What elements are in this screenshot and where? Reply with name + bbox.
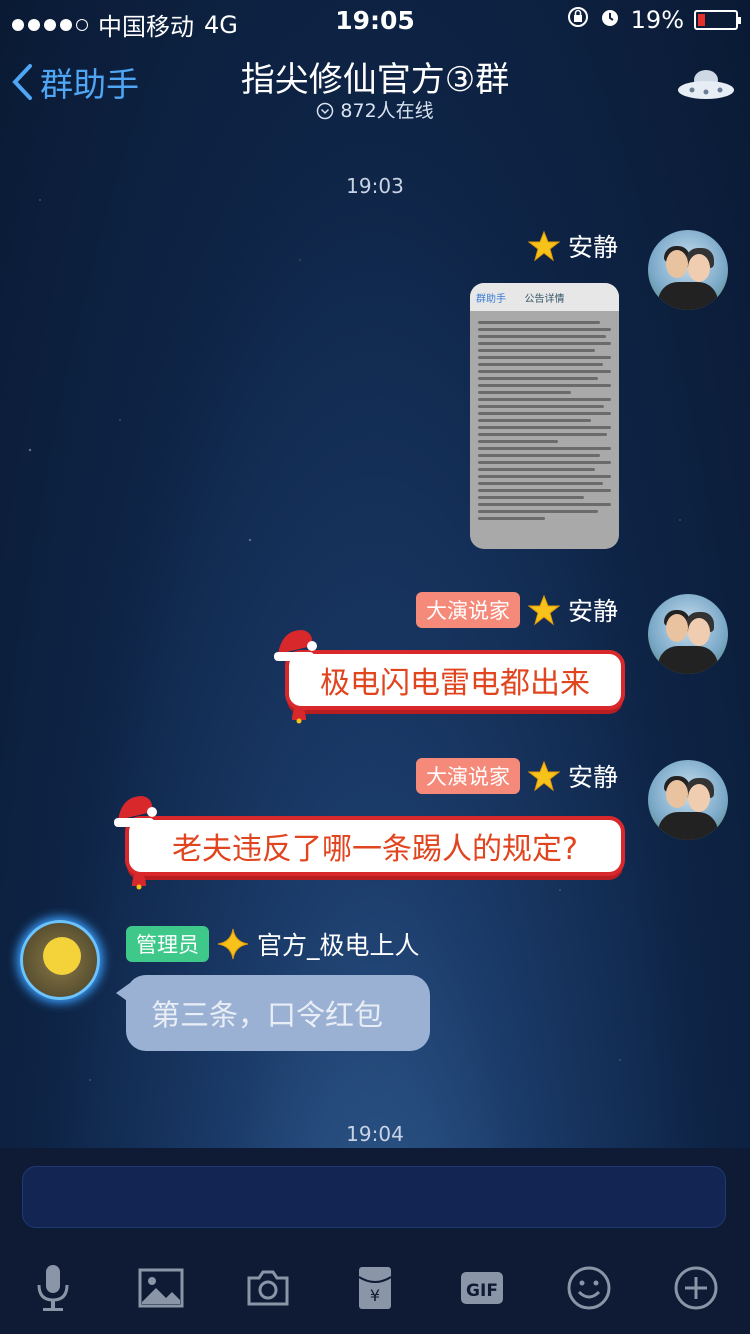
online-count: 872人在线 [0, 96, 750, 123]
microphone-icon[interactable] [23, 1258, 83, 1318]
chevron-circle-icon [316, 100, 340, 122]
battery-percent: 19% [630, 6, 684, 34]
ufo-icon[interactable] [676, 68, 736, 106]
time-separator: 19:03 [346, 174, 404, 198]
title-badge: 大演说家 [415, 592, 520, 628]
bell-icon [292, 706, 306, 724]
sender-name: 安静 [567, 597, 618, 626]
input-toolbar: ¥ GIF [0, 1258, 750, 1318]
gif-icon[interactable]: GIF [452, 1258, 512, 1318]
sender-name: 官方_极电上人 [257, 931, 420, 960]
message-text: 第三条，口令红包 [151, 998, 384, 1032]
online-label: 872人在线 [340, 100, 434, 122]
sender-name: 安静 [567, 233, 618, 262]
message-input[interactable] [22, 1166, 726, 1228]
star-icon [527, 230, 560, 262]
message-bubble[interactable]: 第三条，口令红包 [116, 975, 430, 1051]
screenshot-header: 群助手 公告详情 [470, 283, 619, 311]
title-badge: 大演说家 [415, 758, 520, 794]
avatar[interactable] [648, 594, 728, 674]
sender-row: 安静 [527, 228, 618, 264]
avatar[interactable] [648, 760, 728, 840]
bell-icon [132, 872, 146, 890]
star-icon [527, 760, 560, 792]
message-text: 老夫违反了哪一条踢人的规定? [172, 832, 578, 867]
admin-badge: 管理员 [126, 926, 209, 962]
message-bubble[interactable]: 极电闪电雷电都出来 [285, 650, 625, 710]
nav-bar: 群助手 指尖修仙官方③群 872人在线 [0, 40, 750, 128]
svg-text:¥: ¥ [370, 1286, 380, 1305]
message-text: 极电闪电雷电都出来 [320, 666, 590, 701]
screenshot-text [470, 311, 619, 530]
status-bar: 中国移动 4G 19:05 19% [0, 0, 750, 41]
message-bubble[interactable]: 老夫违反了哪一条踢人的规定? [125, 816, 625, 876]
sender-name: 安静 [567, 763, 618, 792]
screenshot-title: 公告详情 [524, 293, 565, 305]
sender-row: 大演说家 安静 [415, 758, 618, 794]
image-icon[interactable] [131, 1258, 191, 1318]
image-message[interactable]: 群助手 公告详情 [470, 283, 619, 549]
santa-hat-icon [274, 630, 317, 661]
sender-row: 大演说家 安静 [415, 592, 618, 628]
sender-row: 管理员 官方_极电上人 [126, 926, 420, 962]
sparkle-icon [217, 928, 249, 960]
emoji-icon[interactable] [559, 1258, 619, 1318]
red-packet-icon[interactable]: ¥ [345, 1258, 405, 1318]
admin-avatar[interactable] [20, 920, 100, 1000]
battery-icon [694, 10, 741, 30]
santa-hat-icon [114, 796, 157, 827]
avatar[interactable] [648, 230, 728, 310]
page-title: 指尖修仙官方③群 [240, 60, 510, 100]
plus-icon[interactable] [666, 1258, 726, 1318]
rotation-lock-icon [567, 6, 589, 34]
screenshot-back: 群助手 [476, 293, 506, 305]
svg-text:GIF: GIF [466, 1281, 498, 1301]
camera-icon[interactable] [238, 1258, 298, 1318]
alarm-icon [599, 6, 621, 34]
status-right: 19% [567, 6, 741, 34]
star-icon [527, 594, 560, 626]
input-panel: ¥ GIF [0, 1148, 750, 1334]
time-separator: 19:04 [346, 1122, 404, 1146]
